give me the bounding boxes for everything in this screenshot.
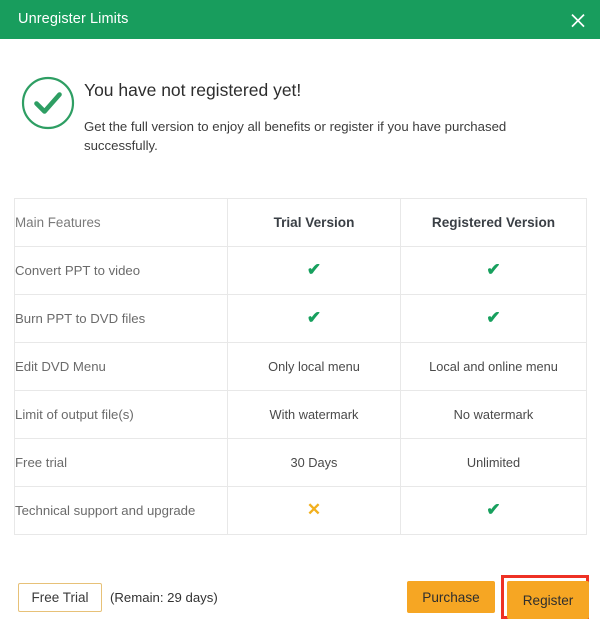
intro-section: You have not registered yet! Get the ful… — [0, 39, 600, 189]
registered-value: Unlimited — [400, 438, 587, 487]
purchase-button[interactable]: Purchase — [407, 581, 495, 613]
register-button[interactable]: Register — [507, 581, 589, 619]
feature-comparison-table: Main Features Trial Version Registered V… — [14, 198, 587, 535]
feature-name: Edit DVD Menu — [14, 342, 228, 391]
table-header-row: Main Features Trial Version Registered V… — [14, 198, 587, 247]
free-trial-button[interactable]: Free Trial — [18, 583, 102, 612]
check-icon: ✔ — [486, 308, 501, 328]
table-row: Burn PPT to DVD files ✔ ✔ — [14, 294, 587, 343]
window-title: Unregister Limits — [18, 11, 129, 28]
footer-bar: Free Trial (Remain: 29 days) Purchase Re… — [0, 566, 600, 626]
registered-value: No watermark — [400, 390, 587, 439]
feature-name: Technical support and upgrade — [14, 486, 228, 535]
remaining-days-label: (Remain: 29 days) — [110, 590, 218, 605]
feature-name: Limit of output file(s) — [14, 390, 228, 439]
check-icon: ✔ — [486, 500, 501, 520]
table-row: Limit of output file(s) With watermark N… — [14, 390, 587, 439]
trial-value: Only local menu — [227, 342, 401, 391]
check-icon: ✔ — [306, 260, 322, 280]
check-icon: ✔ — [306, 308, 322, 328]
header-registered-version: Registered Version — [400, 198, 587, 247]
check-circle-icon — [20, 75, 76, 131]
registered-value: ✔ — [400, 246, 587, 295]
close-button[interactable] — [556, 0, 600, 39]
unregister-limits-dialog: Unregister Limits You have not registere… — [0, 0, 600, 626]
registered-value: Local and online menu — [400, 342, 587, 391]
feature-name: Burn PPT to DVD files — [14, 294, 228, 343]
close-icon — [570, 12, 586, 28]
trial-value: ✔ — [227, 294, 401, 343]
registered-value: ✔ — [400, 486, 587, 535]
table-header: Main Features Trial Version Registered V… — [14, 198, 587, 247]
check-icon: ✔ — [486, 260, 501, 280]
header-trial-version: Trial Version — [227, 198, 401, 247]
register-highlight-box: Register — [501, 575, 589, 619]
trial-value: 30 Days — [227, 438, 401, 487]
titlebar: Unregister Limits — [0, 0, 600, 39]
feature-name: Free trial — [14, 438, 228, 487]
cross-icon: ✕ — [306, 500, 322, 520]
table-row: Technical support and upgrade ✕ ✔ — [14, 486, 587, 535]
intro-heading: You have not registered yet! — [84, 80, 302, 100]
header-main-features: Main Features — [14, 198, 228, 247]
trial-value: With watermark — [227, 390, 401, 439]
intro-description: Get the full version to enjoy all benefi… — [84, 119, 507, 154]
feature-name: Convert PPT to video — [14, 246, 228, 295]
table-row: Convert PPT to video ✔ ✔ — [14, 246, 587, 295]
table-body: Convert PPT to video ✔ ✔ Burn PPT to DVD… — [14, 246, 587, 535]
trial-value: ✕ — [227, 486, 401, 535]
registered-value: ✔ — [400, 294, 587, 343]
table-row: Edit DVD Menu Only local menu Local and … — [14, 342, 587, 391]
trial-value: ✔ — [227, 246, 401, 295]
table-row: Free trial 30 Days Unlimited — [14, 438, 587, 487]
